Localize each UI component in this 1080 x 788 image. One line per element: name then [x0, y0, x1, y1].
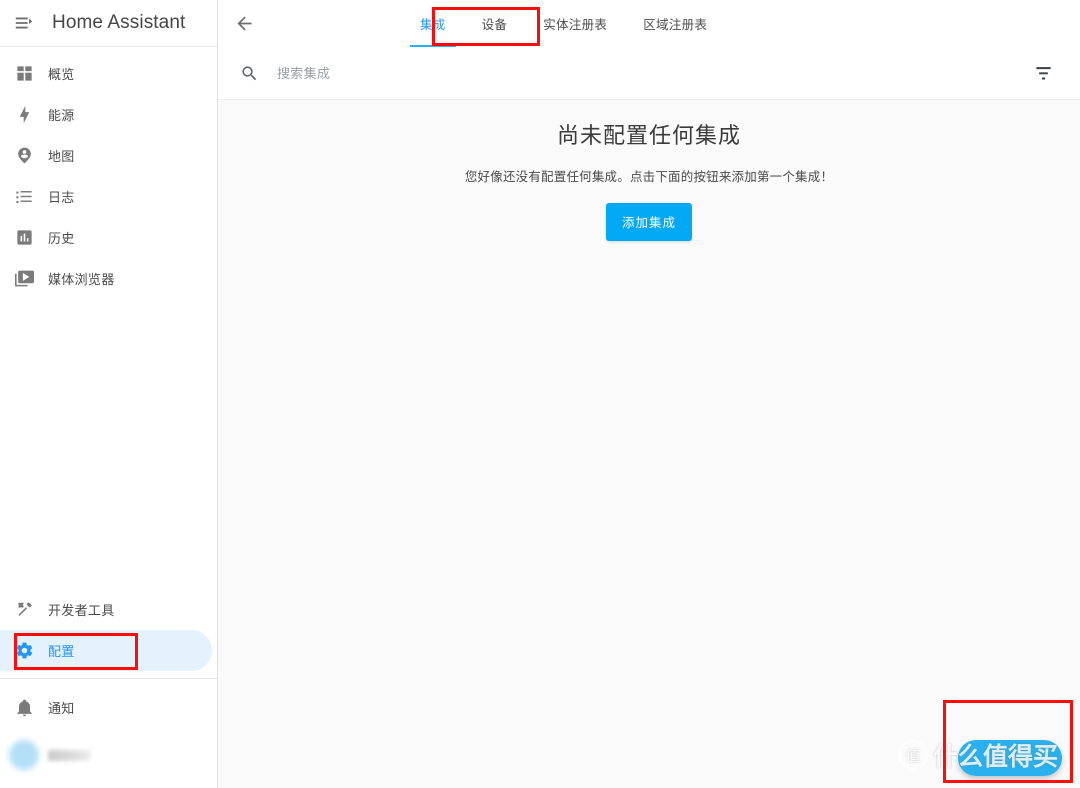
- search-icon: [240, 64, 259, 83]
- app-title: Home Assistant: [52, 12, 186, 33]
- search-bar: [218, 47, 1080, 100]
- sidebar-item-overview[interactable]: 概览: [0, 53, 212, 94]
- content-area: 尚未配置任何集成 您好像还没有配置任何集成。点击下面的按钮来添加第一个集成！ 添…: [218, 100, 1080, 788]
- lightning-bolt-icon: [0, 105, 48, 124]
- sidebar-item-label: 配置: [48, 644, 75, 659]
- sidebar-item-label: 媒体浏览器: [48, 272, 115, 287]
- sidebar-item-map[interactable]: 地图: [0, 135, 212, 176]
- sidebar-footer: 通知: [0, 679, 217, 788]
- add-integration-fab[interactable]: [958, 740, 1062, 776]
- tab-entity-registry[interactable]: 实体注册表: [525, 0, 625, 47]
- empty-state-subtitle: 您好像还没有配置任何集成。点击下面的按钮来添加第一个集成！: [464, 170, 834, 184]
- chart-box-icon: [0, 228, 48, 247]
- sidebar-item-notifications[interactable]: 通知: [0, 687, 212, 728]
- sidebar-item-label: 开发者工具: [48, 603, 115, 618]
- user-name-redacted: [48, 749, 90, 761]
- sidebar-user-profile[interactable]: [0, 728, 217, 782]
- sidebar-item-logbook[interactable]: 日志: [0, 176, 212, 217]
- sidebar-item-label: 历史: [48, 231, 75, 246]
- app-root: Home Assistant 概览 能源 地图 日志 历史 媒体浏览器 开发者工…: [0, 0, 1080, 788]
- main-panel: 集成 设备 实体注册表 区域注册表 尚未配置任何集成 您好像还: [218, 0, 1080, 788]
- sidebar-header: Home Assistant: [0, 0, 217, 47]
- sidebar-item-label: 通知: [48, 701, 75, 716]
- bell-icon: [0, 698, 48, 717]
- sidebar-bottom-nav: 开发者工具 配置: [0, 589, 217, 671]
- tab-area-registry[interactable]: 区域注册表: [625, 0, 725, 47]
- sidebar-item-label: 概览: [48, 67, 75, 82]
- menu-open-icon[interactable]: [0, 0, 48, 47]
- sidebar-item-developer-tools[interactable]: 开发者工具: [0, 589, 212, 630]
- empty-state: 尚未配置任何集成 您好像还没有配置任何集成。点击下面的按钮来添加第一个集成！ 添…: [218, 118, 1080, 241]
- add-integration-button[interactable]: 添加集成: [605, 203, 692, 241]
- top-toolbar: 集成 设备 实体注册表 区域注册表: [218, 0, 1080, 47]
- sidebar-item-label: 地图: [48, 149, 75, 164]
- avatar-circle: [9, 740, 39, 770]
- arrow-left-icon[interactable]: [218, 0, 270, 47]
- sidebar-item-label: 能源: [48, 108, 75, 123]
- sidebar: Home Assistant 概览 能源 地图 日志 历史 媒体浏览器 开发者工…: [0, 0, 218, 788]
- view-dashboard-icon: [0, 64, 48, 83]
- sidebar-item-media-browser[interactable]: 媒体浏览器: [0, 258, 212, 299]
- tab-integrations[interactable]: 集成: [402, 0, 464, 47]
- avatar: [0, 740, 48, 770]
- hammer-wrench-icon: [0, 600, 48, 619]
- sidebar-nav: 概览 能源 地图 日志 历史 媒体浏览器: [0, 47, 217, 299]
- format-list-bulleted-icon: [0, 187, 48, 206]
- sidebar-item-label: 日志: [48, 190, 75, 205]
- sidebar-item-configuration[interactable]: 配置: [0, 630, 212, 671]
- play-box-multiple-icon: [0, 269, 48, 288]
- cog-icon: [0, 641, 48, 660]
- map-marker-account-icon: [0, 146, 48, 165]
- filter-variant-icon[interactable]: [1026, 56, 1060, 90]
- search-input[interactable]: [275, 64, 1026, 82]
- tab-bar: 集成 设备 实体注册表 区域注册表: [402, 0, 725, 47]
- tab-devices[interactable]: 设备: [464, 0, 526, 47]
- empty-state-title: 尚未配置任何集成: [556, 123, 741, 148]
- sidebar-item-history[interactable]: 历史: [0, 217, 212, 258]
- sidebar-item-energy[interactable]: 能源: [0, 94, 212, 135]
